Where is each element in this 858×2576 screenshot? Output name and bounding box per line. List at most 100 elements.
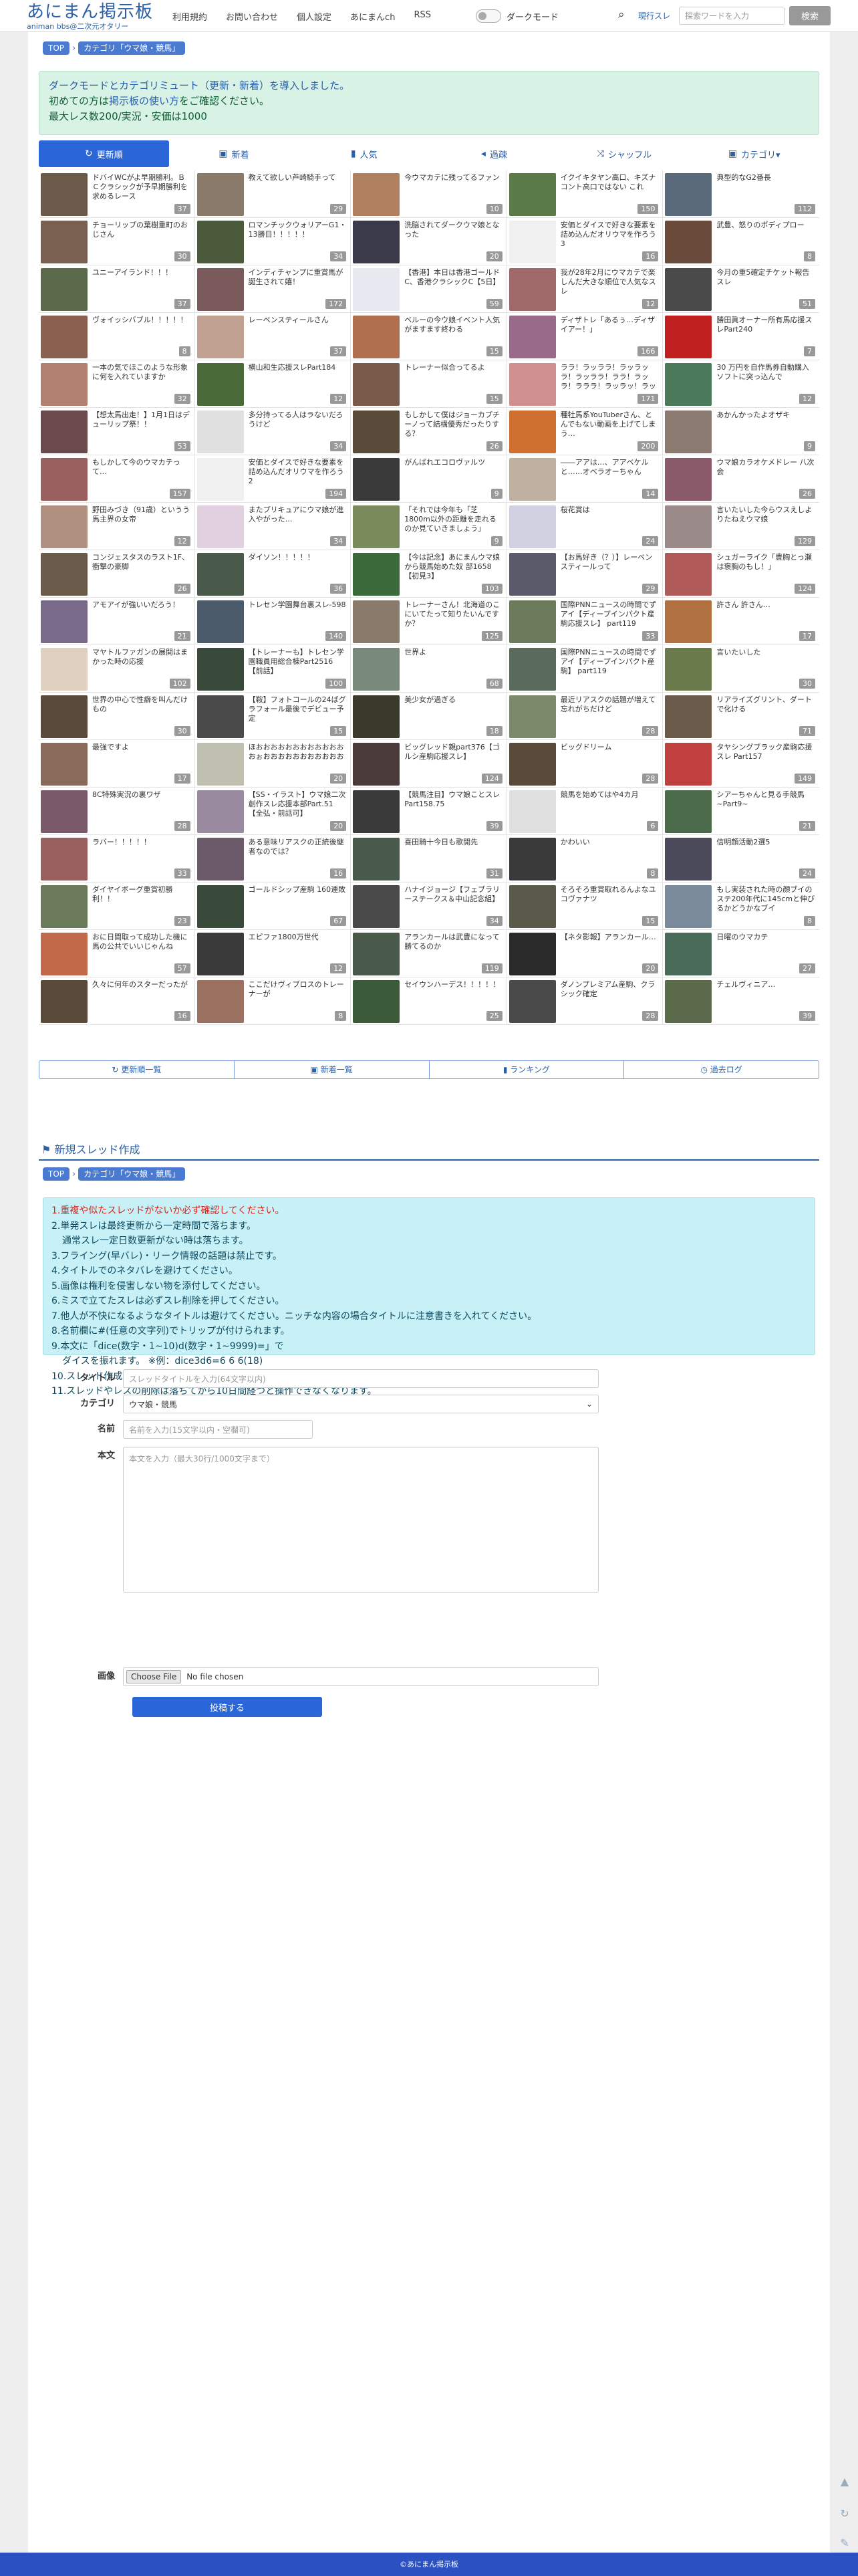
thread-card[interactable]: 典型的なG2番長 112 (663, 170, 819, 218)
thread-card[interactable]: レーベンスティールさん 37 (194, 313, 351, 360)
thread-title[interactable]: ダイソン！！！！！ (249, 553, 347, 562)
thread-card[interactable]: 【ネタ影報】アランカール… 20 (507, 930, 664, 977)
thread-title[interactable]: 【想太馬出走！】1月1日はデューリップ祭！！ (92, 411, 191, 429)
thread-card[interactable]: 日曜のウマカテ 27 (663, 930, 819, 977)
thread-title[interactable]: 洗脳されてダークウマ娘となった (404, 221, 503, 239)
ranking-link[interactable]: ▮ ランキング (430, 1061, 625, 1078)
thread-card[interactable]: 8C特殊実況の裏ワザ 28 (39, 788, 195, 835)
thread-card[interactable]: 【競馬注目】ウマ娘ことスレPart158.75 39 (351, 788, 507, 835)
thread-title[interactable]: 言いたいした今らウスえしよりたねえウマ娘 (716, 505, 815, 524)
thread-thumbnail[interactable] (509, 600, 556, 643)
thread-title[interactable]: あかんかったよオザキ (716, 411, 815, 420)
thread-card[interactable]: 世界よ 68 (351, 645, 507, 693)
thread-thumbnail[interactable] (196, 505, 244, 548)
nav-link-terms[interactable]: 利用規約 (172, 10, 207, 23)
thread-title[interactable]: 今ウマカテに残ってるファン (404, 173, 503, 183)
new-list-link[interactable]: ▣ 新着一覧 (235, 1061, 430, 1078)
thread-title[interactable]: マヤトルファガンの展開はまかった時の応援 (92, 648, 191, 667)
thread-thumbnail[interactable] (196, 980, 244, 1023)
nav-link-contact[interactable]: お問い合わせ (226, 10, 278, 23)
thread-title[interactable]: 多分持ってる人はラないだろうけど (249, 411, 347, 429)
thread-title[interactable]: ララ！ラッララ！ラッラッラ！ラッララ！ララ！ラッラ！ラララ！ラッラッ！ラッラッラ… (561, 363, 660, 391)
thread-title[interactable]: 武豊、怒りのポディプロー (716, 221, 815, 230)
thread-card[interactable]: 【想太馬出走！】1月1日はデューリップ祭！！ 53 (39, 408, 195, 455)
thread-title[interactable]: 8C特殊実況の裏ワザ (92, 790, 191, 800)
body-textarea[interactable]: 本文を入力（最大30行/1000文字まで） (123, 1447, 599, 1593)
thread-title[interactable]: 【今は記念】あにまんウマ娘から競馬始めた奴 部1658【初見3】 (404, 553, 503, 581)
thread-title[interactable]: コンジェスタスのラスト1F、衝撃の豪脚 (92, 553, 191, 572)
thread-title[interactable]: ビッグドリーム (561, 743, 660, 752)
thread-thumbnail[interactable] (353, 505, 400, 548)
breadcrumb-top[interactable]: TOP (43, 1167, 70, 1181)
thread-thumbnail[interactable] (196, 790, 244, 833)
thread-thumbnail[interactable] (353, 933, 400, 975)
thread-thumbnail[interactable] (665, 553, 712, 596)
thread-title[interactable]: 世界の中心で性癖を叫んだけもの (92, 695, 191, 714)
update-list-link[interactable]: ↻ 更新順一覧 (39, 1061, 235, 1078)
thread-title[interactable]: ある意味リアスクの正統後継者なのでは？ (249, 838, 347, 856)
thread-card[interactable]: 【今は記念】あにまんウマ娘から競馬始めた奴 部1658【初見3】 103 (351, 550, 507, 598)
thread-title[interactable]: 美少女が過ぎる (404, 695, 503, 705)
thread-card[interactable]: またプリキュアにウマ娘が進入やがった… 34 (194, 503, 351, 550)
title-input[interactable]: スレッドタイトルを入力(64文字以内) (123, 1369, 599, 1388)
site-logo[interactable]: あにまん掲示板 animan bbs@二次元オタリー (27, 2, 153, 31)
thread-title[interactable]: イクイキタヤン高口、キズナコント高口ではない これ (561, 173, 660, 192)
thread-card[interactable]: 最近リアスクの話題が増えて忘れがちだけど 28 (507, 693, 664, 740)
thread-title[interactable]: ユニーアイランド！！！ (92, 268, 191, 277)
thread-thumbnail[interactable] (509, 553, 556, 596)
thread-title[interactable]: ラバー！！！！！ (92, 838, 191, 847)
thread-thumbnail[interactable] (509, 933, 556, 975)
archive-link[interactable]: ◷ 過去ログ (624, 1061, 819, 1078)
thread-title[interactable]: ロマンチックウォリアーG1・13勝目！！！！！ (249, 221, 347, 239)
thread-thumbnail[interactable] (196, 933, 244, 975)
thread-thumbnail[interactable] (509, 221, 556, 263)
thread-thumbnail[interactable] (665, 600, 712, 643)
tab-popular[interactable]: ▮ 人気 (299, 140, 429, 167)
thread-thumbnail[interactable] (41, 553, 88, 596)
thread-thumbnail[interactable] (509, 648, 556, 691)
thread-title[interactable]: ダイヤイボーグ重賞初勝利！！ (92, 885, 191, 904)
thread-card[interactable]: ほおおおおおおおおおおおおおぉおおおおおおおおおおお 20 (194, 740, 351, 788)
thread-card[interactable]: 教えて欲しい芦崎騎手って 29 (194, 170, 351, 218)
thread-title[interactable]: 国際PNNニュースの時間でずアイ【ディープインパクト産駒】 part119 (561, 648, 660, 676)
thread-title[interactable]: 種牡馬系YouTuberさん、とんでもない動画を上げてしまう… (561, 411, 660, 439)
thread-thumbnail[interactable] (41, 743, 88, 786)
thread-card[interactable]: 「それでは今年も「芝1800m以外の距離を走れるのか見ていきましょう」 9 (351, 503, 507, 550)
thread-card[interactable]: 一本の気でほこのような形象に何を入れていますか 32 (39, 360, 195, 408)
thread-title[interactable]: 【香港】本日は香港ゴールドC、香港クラシックC【5日】 (404, 268, 503, 287)
thread-title[interactable]: チェルヴィニア… (716, 980, 815, 989)
thread-thumbnail[interactable] (353, 838, 400, 881)
thread-thumbnail[interactable] (353, 363, 400, 406)
thread-thumbnail[interactable] (353, 600, 400, 643)
thread-thumbnail[interactable] (196, 316, 244, 358)
search-input[interactable]: 探索ワードを入力 (679, 7, 784, 25)
thread-title[interactable]: ダノンプレミアム産駒、クラシック確定 (561, 980, 660, 999)
thread-title[interactable]: かわいい (561, 838, 660, 847)
thread-thumbnail[interactable] (665, 933, 712, 975)
thread-card[interactable]: ある意味リアスクの正統後継者なのでは？ 16 (194, 835, 351, 883)
thread-title[interactable]: 最強ですよ (92, 743, 191, 752)
thread-thumbnail[interactable] (665, 268, 712, 311)
thread-card[interactable]: ディザトレ「あるぅ…ディザイアー！」 166 (507, 313, 664, 360)
thread-thumbnail[interactable] (196, 458, 244, 501)
thread-title[interactable]: 許さん 許さん… (716, 600, 815, 610)
thread-card[interactable]: 桜花賞は 24 (507, 503, 664, 550)
thread-card[interactable]: トレーナーさん！北海道のこにいてたって知りたいんですか？ 125 (351, 598, 507, 645)
thread-title[interactable]: シュガーライク「豊胸とっ瀬は褒胸のもし！」 (716, 553, 815, 572)
thread-card[interactable]: ダイソン！！！！！ 36 (194, 550, 351, 598)
thread-thumbnail[interactable] (509, 980, 556, 1023)
thread-title[interactable]: またプリキュアにウマ娘が進入やがった… (249, 505, 347, 524)
thread-title[interactable]: がんばれエコロヴァルツ (404, 458, 503, 467)
thread-thumbnail[interactable] (665, 173, 712, 216)
nav-link-animanch[interactable]: あにまんch (350, 10, 395, 23)
thread-card[interactable]: 武豊、怒りのポディプロー 8 (663, 218, 819, 265)
thread-thumbnail[interactable] (353, 316, 400, 358)
thread-title[interactable]: ドバイWCがよ早期勝利。ＢＣクラシックが予早期勝利を求めるレース (92, 173, 191, 201)
thread-title[interactable]: ここだけヴィブロスのトレーナーが (249, 980, 347, 999)
thread-title[interactable]: 30 万円を自作馬券自動購入ソフトに突っ込んで (716, 363, 815, 382)
usage-guide-link[interactable]: 掲示板の使い方 (109, 95, 179, 107)
thread-thumbnail[interactable] (41, 648, 88, 691)
thread-thumbnail[interactable] (353, 885, 400, 928)
thread-title[interactable]: ――アアは…、アアベケルと……オベラオーちゃん (561, 458, 660, 477)
thread-title[interactable]: トレーナーさん！北海道のこにいてたって知りたいんですか？ (404, 600, 503, 628)
